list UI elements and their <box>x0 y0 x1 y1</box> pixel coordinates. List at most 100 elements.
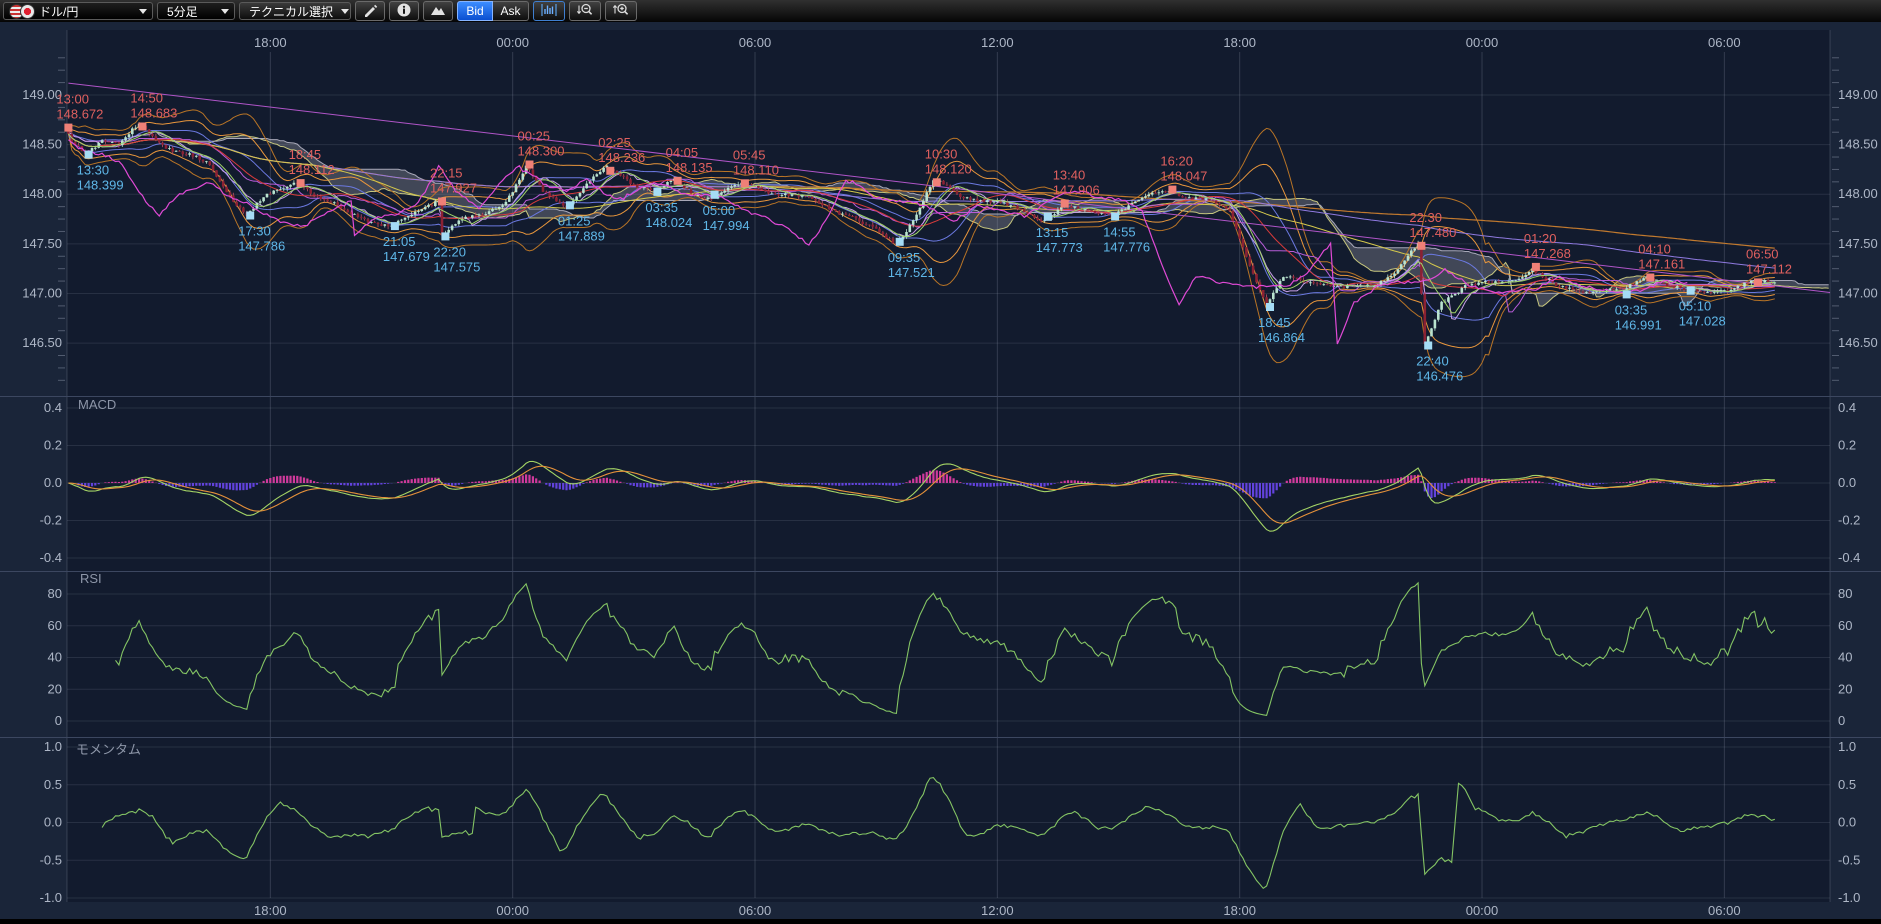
svg-text:0.5: 0.5 <box>44 777 62 792</box>
svg-text:147.480: 147.480 <box>1409 225 1456 240</box>
svg-text:03:35: 03:35 <box>1615 302 1648 317</box>
svg-text:14:55: 14:55 <box>1103 225 1136 240</box>
svg-text:18:00: 18:00 <box>254 903 287 918</box>
svg-text:-0.2: -0.2 <box>40 513 62 528</box>
svg-text:05:10: 05:10 <box>1679 299 1712 314</box>
svg-text:12:00: 12:00 <box>981 35 1014 50</box>
draw-tool-button[interactable] <box>355 1 385 21</box>
svg-text:22:20: 22:20 <box>433 244 466 259</box>
svg-text:00:00: 00:00 <box>496 903 529 918</box>
svg-text:147.028: 147.028 <box>1679 314 1726 329</box>
bid-button[interactable]: Bid <box>457 1 493 21</box>
svg-text:147.00: 147.00 <box>22 286 62 301</box>
technical-select-button[interactable]: テクニカル選択 <box>239 2 351 20</box>
chevron-down-icon <box>341 9 349 14</box>
svg-text:18:00: 18:00 <box>254 35 287 50</box>
svg-text:22:40: 22:40 <box>1416 354 1449 369</box>
svg-text:148.112: 148.112 <box>289 162 335 177</box>
svg-text:06:00: 06:00 <box>739 903 772 918</box>
svg-text:80: 80 <box>48 586 62 601</box>
svg-text:148.024: 148.024 <box>645 215 692 230</box>
chevron-down-icon <box>221 9 229 14</box>
svg-text:0.0: 0.0 <box>44 475 62 490</box>
bid-ask-toggle: Bid Ask <box>457 1 529 21</box>
svg-text:05:45: 05:45 <box>733 147 766 162</box>
svg-text:80: 80 <box>1838 586 1852 601</box>
zoom-in-button[interactable] <box>605 1 637 21</box>
svg-text:18:00: 18:00 <box>1223 35 1256 50</box>
svg-text:12:00: 12:00 <box>981 903 1014 918</box>
svg-text:147.50: 147.50 <box>1838 236 1878 251</box>
svg-text:148.50: 148.50 <box>1838 137 1878 152</box>
price-chart[interactable]: 18:00 18:00 00:00 00:00 06:00 06:00 12:00 12:00… <box>0 0 1881 919</box>
svg-text:13:40: 13:40 <box>1053 168 1086 183</box>
info-icon <box>396 2 412 21</box>
svg-text:22:15: 22:15 <box>430 166 463 181</box>
svg-text:17:30: 17:30 <box>238 224 271 239</box>
svg-text:-0.5: -0.5 <box>1838 852 1860 867</box>
svg-text:01:25: 01:25 <box>558 213 591 228</box>
svg-text:-0.5: -0.5 <box>40 852 62 867</box>
pair-select[interactable]: ドル/円 <box>3 2 153 20</box>
svg-text:16:20: 16:20 <box>1160 154 1193 169</box>
svg-text:13:15: 13:15 <box>1036 225 1069 240</box>
svg-text:148.236: 148.236 <box>598 150 645 165</box>
svg-text:18:00: 18:00 <box>1223 903 1256 918</box>
timeframe-label: 5分足 <box>163 3 217 20</box>
svg-text:22:30: 22:30 <box>1409 210 1442 225</box>
waveform-icon <box>540 2 558 21</box>
svg-text:20: 20 <box>1838 681 1852 696</box>
svg-text:147.889: 147.889 <box>558 228 605 243</box>
svg-text:147.906: 147.906 <box>1053 183 1100 198</box>
pencil-icon <box>362 2 378 21</box>
svg-text:09:35: 09:35 <box>888 250 921 265</box>
svg-text:-0.4: -0.4 <box>1838 550 1860 565</box>
chevron-down-icon <box>139 9 147 14</box>
zoom-out-button[interactable] <box>569 1 601 21</box>
svg-text:01:20: 01:20 <box>1524 231 1557 246</box>
svg-text:147.112: 147.112 <box>1746 261 1792 276</box>
svg-text:148.399: 148.399 <box>77 178 124 193</box>
svg-text:148.00: 148.00 <box>1838 186 1878 201</box>
svg-text:148.120: 148.120 <box>925 161 972 176</box>
svg-text:147.161: 147.161 <box>1638 257 1685 272</box>
svg-text:03:35: 03:35 <box>645 200 678 215</box>
svg-text:147.679: 147.679 <box>383 249 430 264</box>
svg-text:40: 40 <box>1838 650 1852 665</box>
chart-style-button[interactable] <box>533 1 565 21</box>
svg-text:147.776: 147.776 <box>1103 240 1150 255</box>
svg-text:13:30: 13:30 <box>77 163 110 178</box>
svg-text:00:00: 00:00 <box>496 35 529 50</box>
svg-text:148.047: 148.047 <box>1160 169 1207 184</box>
toolbar: ドル/円 5分足 テクニカル選択 Bid Ask <box>0 0 1881 22</box>
svg-text:1.0: 1.0 <box>1838 739 1856 754</box>
svg-text:148.00: 148.00 <box>22 186 62 201</box>
svg-text:60: 60 <box>1838 618 1852 633</box>
magnifier-plus-icon <box>612 2 630 21</box>
timeframe-select[interactable]: 5分足 <box>157 2 235 20</box>
chart-display-button[interactable] <box>423 1 453 21</box>
mountain-icon <box>430 2 446 21</box>
svg-text:147.927: 147.927 <box>430 181 477 196</box>
svg-text:00:00: 00:00 <box>1466 903 1499 918</box>
svg-text:0.2: 0.2 <box>44 438 62 453</box>
svg-text:60: 60 <box>48 618 62 633</box>
svg-text:00:25: 00:25 <box>518 129 551 144</box>
svg-text:00:00: 00:00 <box>1466 35 1499 50</box>
svg-text:147.00: 147.00 <box>1838 286 1878 301</box>
currency-pair-flags-icon <box>9 4 35 19</box>
svg-text:147.773: 147.773 <box>1036 240 1083 255</box>
svg-text:10:30: 10:30 <box>925 146 958 161</box>
svg-text:147.521: 147.521 <box>888 265 935 280</box>
svg-text:14:50: 14:50 <box>130 91 163 106</box>
svg-text:-0.4: -0.4 <box>40 550 62 565</box>
svg-text:0: 0 <box>55 713 62 728</box>
svg-text:146.991: 146.991 <box>1615 317 1662 332</box>
svg-text:0.0: 0.0 <box>1838 475 1856 490</box>
svg-text:0.4: 0.4 <box>44 400 62 415</box>
svg-text:147.268: 147.268 <box>1524 246 1571 261</box>
svg-text:06:00: 06:00 <box>1708 903 1741 918</box>
ask-button[interactable]: Ask <box>493 1 529 21</box>
info-button[interactable] <box>389 1 419 21</box>
svg-text:21:05: 21:05 <box>383 234 416 249</box>
